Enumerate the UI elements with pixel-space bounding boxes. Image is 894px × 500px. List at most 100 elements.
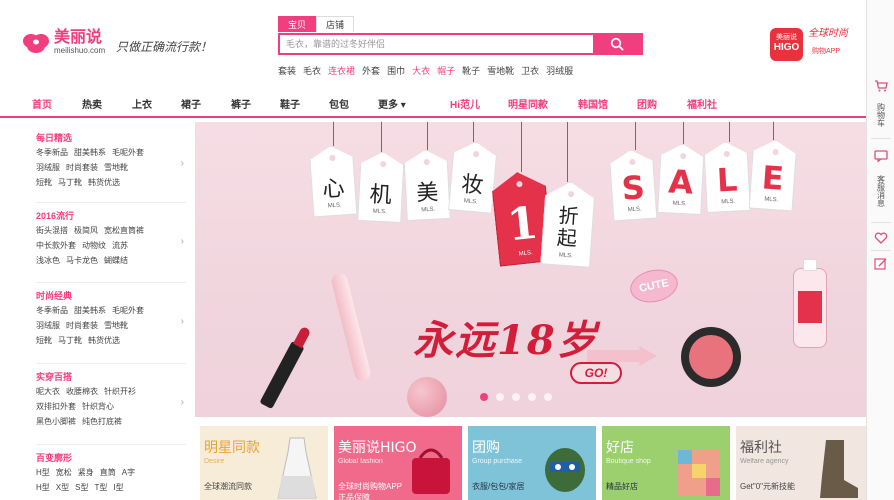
hot-word[interactable]: 大衣 xyxy=(412,64,430,77)
nav-hot[interactable]: 热卖 xyxy=(82,96,102,111)
category-link[interactable]: 短靴 xyxy=(36,176,52,189)
category-link[interactable]: 毛呢外套 xyxy=(112,146,144,159)
hot-word[interactable]: 外套 xyxy=(362,64,380,77)
carousel-dot[interactable] xyxy=(480,393,488,401)
hot-word[interactable]: 毛衣 xyxy=(303,64,321,77)
search-button[interactable] xyxy=(593,35,641,53)
category-group[interactable]: 2016流行 街头混搭 极简风 宽松直筒裤 中长款外套 动物纹 流苏 浅冰色 马卡龙色 蝴蝶… xyxy=(36,210,186,267)
category-link[interactable]: 直筒 xyxy=(100,466,116,479)
category-title[interactable]: 每日精选 xyxy=(36,132,186,144)
category-group[interactable]: 百变廓形 H型 宽松 紧身 直筒 A字 H型 X型 S型 T型 I型 xyxy=(36,452,186,494)
hot-word[interactable]: 帽子 xyxy=(437,64,455,77)
category-link[interactable]: 冬季新品 xyxy=(36,146,68,159)
promo-banner[interactable]: 心 MLS. 机 MLS. 美 MLS. 妆 MLS. 1 MLS. 折 起 MLS. SM… xyxy=(195,122,866,417)
nav-tops[interactable]: 上衣 xyxy=(132,96,152,111)
category-link[interactable]: 韩货优选 xyxy=(88,334,120,347)
category-link[interactable]: I型 xyxy=(113,481,123,494)
nav-welfare[interactable]: 福利社 xyxy=(687,96,717,111)
category-link[interactable]: 蝴蝶结 xyxy=(104,254,128,267)
category-link[interactable]: 韩货优选 xyxy=(88,176,120,189)
sidebar-favorites[interactable] xyxy=(867,232,894,247)
carousel-dot[interactable] xyxy=(496,393,504,401)
category-link[interactable]: 马卡龙色 xyxy=(66,254,98,267)
card-good-shop[interactable]: 好店 Boutique shop 精品好店 xyxy=(602,426,730,500)
nav-korea[interactable]: 韩国馆 xyxy=(578,96,608,111)
hot-word[interactable]: 连衣裙 xyxy=(328,64,355,77)
hot-word[interactable]: 靴子 xyxy=(462,64,480,77)
category-link[interactable]: 宽松 xyxy=(56,466,72,479)
sidebar-feedback[interactable] xyxy=(867,258,894,273)
higo-app-badge[interactable]: 美丽说 HIGO xyxy=(770,28,803,61)
category-link[interactable]: 冬季新品 xyxy=(36,304,68,317)
category-title[interactable]: 时尚经典 xyxy=(36,290,186,302)
card-star-same[interactable]: 明星同款 Desire 全球潮流同款 xyxy=(200,426,328,500)
category-link[interactable]: 双排扣外套 xyxy=(36,400,76,413)
category-link[interactable]: 毛呢外套 xyxy=(112,304,144,317)
category-link[interactable]: 短靴 xyxy=(36,334,52,347)
category-link[interactable]: 马丁靴 xyxy=(58,176,82,189)
search-input[interactable] xyxy=(280,35,593,53)
nav-home[interactable]: 首页 xyxy=(32,96,52,111)
nav-more[interactable]: 更多 ▾ xyxy=(378,96,406,111)
category-link[interactable]: 浅冰色 xyxy=(36,254,60,267)
category-link[interactable]: S型 xyxy=(75,481,88,494)
nav-hi-fan[interactable]: Hi范儿 xyxy=(450,96,480,111)
category-title[interactable]: 实穿百搭 xyxy=(36,371,186,383)
hot-word[interactable]: 羽绒服 xyxy=(546,64,573,77)
nav-star-same[interactable]: 明星同款 xyxy=(508,96,548,111)
sidebar-cart[interactable]: 购物车 xyxy=(867,80,894,133)
category-link[interactable]: 宽松直筒裤 xyxy=(104,224,144,237)
category-title[interactable]: 百变廓形 xyxy=(36,452,186,464)
category-link[interactable]: 黑色小脚裤 xyxy=(36,415,76,428)
category-link[interactable]: X型 xyxy=(56,481,69,494)
carousel-dot[interactable] xyxy=(544,393,552,401)
nav-bags[interactable]: 包包 xyxy=(329,96,349,111)
category-group[interactable]: 时尚经典 冬季新品 甜美韩系 毛呢外套 羽绒服 时尚套装 雪地靴 短靴 马丁靴 韩货优选 › xyxy=(36,290,186,347)
category-link[interactable]: 甜美韩系 xyxy=(74,146,106,159)
divider xyxy=(36,282,186,283)
category-link[interactable]: 流苏 xyxy=(112,239,128,252)
category-link[interactable]: 紧身 xyxy=(78,466,94,479)
category-link[interactable]: H型 xyxy=(36,466,50,479)
card-higo[interactable]: 美丽说HIGO Global fashion 全球时尚购物APP 正品保障 xyxy=(334,426,462,500)
category-link[interactable]: A字 xyxy=(122,466,135,479)
logo[interactable]: 美丽说 meilishuo.com xyxy=(22,30,105,56)
category-link[interactable]: 雪地靴 xyxy=(104,319,128,332)
category-link[interactable]: 极简风 xyxy=(74,224,98,237)
category-link[interactable]: T型 xyxy=(94,481,107,494)
category-link[interactable]: 动物纹 xyxy=(82,239,106,252)
carousel-dot[interactable] xyxy=(528,393,536,401)
hot-word[interactable]: 卫衣 xyxy=(521,64,539,77)
card-group-buy[interactable]: 团购 Group purchase 衣服/包包/家居 xyxy=(468,426,596,500)
category-link[interactable]: 甜美韩系 xyxy=(74,304,106,317)
category-link[interactable]: 马丁靴 xyxy=(58,334,82,347)
hot-word[interactable]: 套装 xyxy=(278,64,296,77)
category-link[interactable]: 针织背心 xyxy=(82,400,114,413)
nav-shoes[interactable]: 鞋子 xyxy=(280,96,300,111)
category-group[interactable]: 每日精选 冬季新品 甜美韩系 毛呢外套 羽绒服 时尚套装 雪地靴 短靴 马丁靴 韩货优选 › xyxy=(36,132,186,189)
nav-pants[interactable]: 裤子 xyxy=(231,96,251,111)
category-link[interactable]: 收腰棉衣 xyxy=(66,385,98,398)
category-link[interactable]: 街头混搭 xyxy=(36,224,68,237)
carousel-dot[interactable] xyxy=(512,393,520,401)
hot-word[interactable]: 围巾 xyxy=(387,64,405,77)
category-link[interactable]: 纯色打底裤 xyxy=(82,415,122,428)
category-title[interactable]: 2016流行 xyxy=(36,210,186,222)
category-link[interactable]: 羽绒服 xyxy=(36,319,60,332)
category-group[interactable]: 实穿百搭 呢大衣 收腰棉衣 针织开衫 双排扣外套 针织背心 黑色小脚裤 纯色打底裤 › xyxy=(36,371,186,428)
nav-skirts[interactable]: 裙子 xyxy=(181,96,201,111)
sidebar-service[interactable]: 客服消息 xyxy=(867,150,894,215)
card-welfare[interactable]: 福利社 Welfare agency Get"0"元新技能 xyxy=(736,426,866,500)
tab-shops[interactable]: 店铺 xyxy=(316,16,355,32)
category-link[interactable]: 时尚套装 xyxy=(66,161,98,174)
nav-group-buy[interactable]: 团购 xyxy=(637,96,657,111)
category-link[interactable]: 针织开衫 xyxy=(104,385,136,398)
category-link[interactable]: 中长款外套 xyxy=(36,239,76,252)
category-link[interactable]: 时尚套装 xyxy=(66,319,98,332)
category-link[interactable]: 羽绒服 xyxy=(36,161,60,174)
category-link[interactable]: 呢大衣 xyxy=(36,385,60,398)
category-link[interactable]: H型 xyxy=(36,481,50,494)
hot-word[interactable]: 雪地靴 xyxy=(487,64,514,77)
category-link[interactable]: 雪地靴 xyxy=(104,161,128,174)
tab-items[interactable]: 宝贝 xyxy=(278,16,317,32)
